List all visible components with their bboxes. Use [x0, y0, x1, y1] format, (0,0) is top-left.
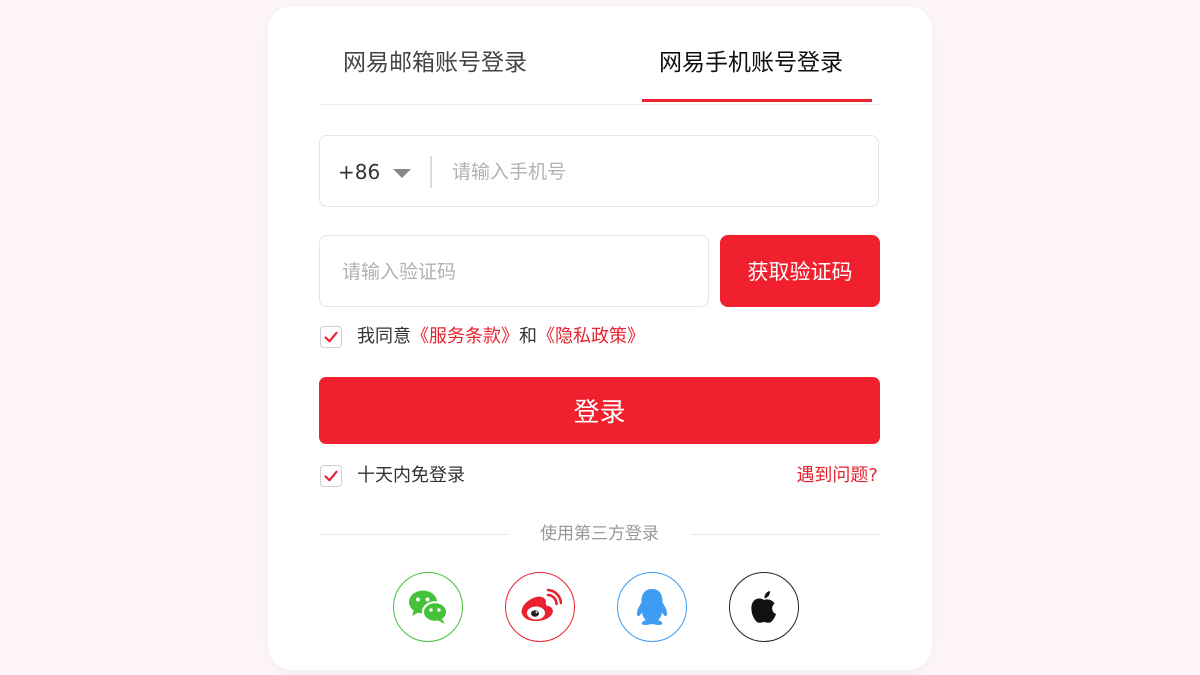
country-code-select[interactable]: +86	[338, 136, 412, 208]
weibo-icon	[521, 588, 562, 622]
phone-field: +86	[319, 135, 879, 207]
help-link[interactable]: 遇到问题?	[796, 463, 878, 489]
chevron-down-icon	[393, 168, 412, 178]
third-party-divider: 使用第三方登录	[319, 521, 880, 547]
remember-me-checkbox[interactable]	[320, 465, 342, 487]
active-tab-indicator	[642, 99, 872, 102]
verification-code-input[interactable]	[340, 254, 684, 290]
qq-login-button[interactable]	[617, 572, 687, 642]
tab-email-login[interactable]: 网易邮箱账号登录	[343, 48, 527, 78]
privacy-policy-link[interactable]: 《隐私政策》	[537, 326, 645, 347]
apple-login-button[interactable]	[729, 572, 799, 642]
get-code-button[interactable]: 获取验证码	[720, 235, 880, 307]
login-button[interactable]: 登录	[319, 377, 880, 444]
agreement-text: 我同意《服务条款》和《隐私政策》	[357, 324, 645, 350]
phone-input[interactable]	[450, 154, 854, 190]
apple-icon	[751, 591, 776, 623]
field-divider	[430, 156, 432, 188]
wechat-login-button[interactable]	[393, 572, 463, 642]
login-card: 网易邮箱账号登录 网易手机账号登录 +86 获取验证码 我同意《服务条款》和《隐…	[268, 6, 932, 670]
terms-of-service-link[interactable]: 《服务条款》	[411, 326, 519, 347]
agreement-prefix: 我同意	[357, 326, 411, 347]
checkmark-icon	[324, 331, 338, 343]
wechat-icon	[409, 590, 448, 624]
agree-checkbox[interactable]	[320, 326, 342, 348]
tab-phone-login[interactable]: 网易手机账号登录	[659, 48, 843, 78]
checkmark-icon	[324, 470, 338, 482]
weibo-login-button[interactable]	[505, 572, 575, 642]
third-party-label: 使用第三方登录	[540, 524, 659, 544]
country-code-value: +86	[338, 160, 381, 184]
qq-icon	[636, 589, 668, 625]
agreement-conjunction: 和	[519, 326, 537, 347]
verification-code-field	[319, 235, 709, 307]
remember-me-label: 十天内免登录	[357, 465, 465, 486]
login-tabs: 网易邮箱账号登录 网易手机账号登录	[320, 6, 880, 105]
